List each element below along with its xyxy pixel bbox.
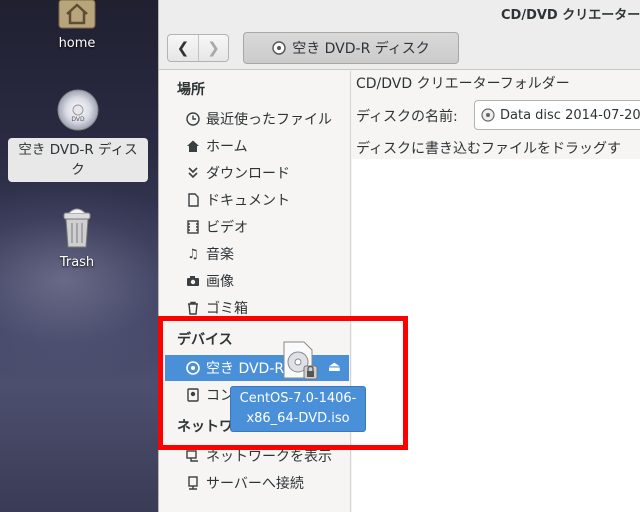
dragged-file[interactable] xyxy=(280,340,320,382)
home-icon xyxy=(185,138,201,154)
main-pane[interactable]: CD/DVD クリエーターフォルダー ディスクの名前: Data disc 20… xyxy=(352,71,640,512)
sidebar-item-label: ホーム xyxy=(206,139,248,155)
sidebar-item-label: 空き DVD-R xyxy=(206,361,285,377)
trash-icon xyxy=(185,300,201,316)
sidebar-item-videos[interactable]: ビデオ xyxy=(159,214,349,240)
trash-can-icon xyxy=(63,208,91,248)
home-folder-icon xyxy=(58,0,96,29)
drag-filename-line1: CentOS-7.0-1406- xyxy=(239,391,357,406)
eject-icon[interactable]: ⏏ xyxy=(328,359,341,375)
svg-text:DVD: DVD xyxy=(71,116,85,123)
sidebar-item-browse-network[interactable]: ネットワークを表示 xyxy=(159,443,349,469)
camera-icon xyxy=(185,273,201,289)
window-title: CD/DVD クリエーター xyxy=(501,8,640,23)
drag-filename-tooltip: CentOS-7.0-1406- x86_64-DVD.iso xyxy=(230,386,366,432)
desktop-dvd-label: 空き DVD-R ディスク xyxy=(8,138,148,182)
sidebar-item-blank-dvd[interactable]: 空き DVD-R ⏏ xyxy=(165,355,349,381)
network-section-header: ネットワ xyxy=(177,419,233,435)
sidebar-item-downloads[interactable]: ダウンロード xyxy=(159,160,349,186)
sidebar-item-label: ゴミ箱 xyxy=(206,301,248,317)
clock-icon xyxy=(185,111,201,127)
sidebar-item-documents[interactable]: ドキュメント xyxy=(159,187,349,213)
folder-title: CD/DVD クリエーターフォルダー xyxy=(356,76,570,92)
path-bar-button[interactable]: 空き DVD-R ディスク xyxy=(243,32,459,64)
sidebar-item-music[interactable]: ♫ 音楽 xyxy=(159,241,349,267)
disc-icon xyxy=(481,108,495,122)
sidebar-item-pictures[interactable]: 画像 xyxy=(159,268,349,294)
desktop-dvd-shortcut[interactable]: DVD 空き DVD-R ディスク xyxy=(8,88,148,182)
sidebar-item-label: 最近使ったファイル xyxy=(206,112,332,128)
desktop-home-label: home xyxy=(58,36,96,51)
sidebar-item-home[interactable]: ホーム xyxy=(159,133,349,159)
places-sidebar: 場所 最近使ったファイル ホーム ダウンロード ドキュメント ビデオ ♫ 音楽 … xyxy=(159,71,351,512)
back-button[interactable]: ❮ xyxy=(168,35,198,61)
sidebar-item-label: ドキュメント xyxy=(206,193,290,209)
server-icon xyxy=(185,475,201,491)
disc-icon xyxy=(272,41,286,55)
dvd-disc-icon: DVD xyxy=(57,89,99,131)
chevron-left-icon: ❮ xyxy=(176,39,190,57)
network-icon xyxy=(185,448,201,464)
film-icon xyxy=(185,219,201,235)
sidebar-item-trash[interactable]: ゴミ箱 xyxy=(159,295,349,321)
sidebar-item-label: 画像 xyxy=(206,274,234,290)
devices-section-header: デバイス xyxy=(177,332,233,348)
iso-disc-image-icon xyxy=(283,341,318,380)
forward-button[interactable]: ❯ xyxy=(197,35,228,61)
document-icon xyxy=(185,192,201,208)
sidebar-item-label: サーバーへ接続 xyxy=(206,476,304,492)
desktop: home DVD 空き DVD-R ディスク Trash xyxy=(0,0,158,512)
download-icon xyxy=(185,165,201,181)
disc-name-value: Data disc 2014-07-20 xyxy=(500,107,640,123)
disc-name-field[interactable]: Data disc 2014-07-20 xyxy=(474,100,640,130)
burn-header: CD/DVD クリエーターフォルダー ディスクの名前: Data disc 20… xyxy=(352,71,640,159)
places-section-header: 場所 xyxy=(177,82,205,98)
drag-hint-text: ディスクに書き込むファイルをドラッグす xyxy=(356,141,622,157)
cd-dvd-creator-window: CD/DVD クリエーター ❮ ❯ 空き DVD-R ディスク 場所 最近使った… xyxy=(158,0,640,512)
desktop-home-shortcut[interactable]: home xyxy=(22,0,132,51)
sidebar-item-label: ダウンロード xyxy=(206,166,290,182)
sidebar-item-label: ビデオ xyxy=(206,220,248,236)
desktop-trash-label: Trash xyxy=(59,255,95,270)
path-bar-label: 空き DVD-R ディスク xyxy=(292,41,430,57)
window-titlebar[interactable]: CD/DVD クリエーター xyxy=(159,0,640,26)
sidebar-item-label: 音楽 xyxy=(206,247,234,263)
sidebar-item-label: ネットワークを表示 xyxy=(206,449,332,465)
toolbar: ❮ ❯ 空き DVD-R ディスク xyxy=(159,26,640,70)
sidebar-item-connect-server[interactable]: サーバーへ接続 xyxy=(159,470,349,496)
sidebar-item-recent[interactable]: 最近使ったファイル xyxy=(159,106,349,132)
chevron-right-icon: ❯ xyxy=(207,39,220,57)
disc-name-label: ディスクの名前: xyxy=(356,109,458,125)
desktop-trash-shortcut[interactable]: Trash xyxy=(22,205,132,270)
disc-icon xyxy=(185,360,201,376)
navigation-buttons: ❮ ❯ xyxy=(167,34,229,62)
drag-filename-line2: x86_64-DVD.iso xyxy=(246,411,350,426)
computer-icon xyxy=(185,387,201,403)
music-icon: ♫ xyxy=(187,246,199,262)
